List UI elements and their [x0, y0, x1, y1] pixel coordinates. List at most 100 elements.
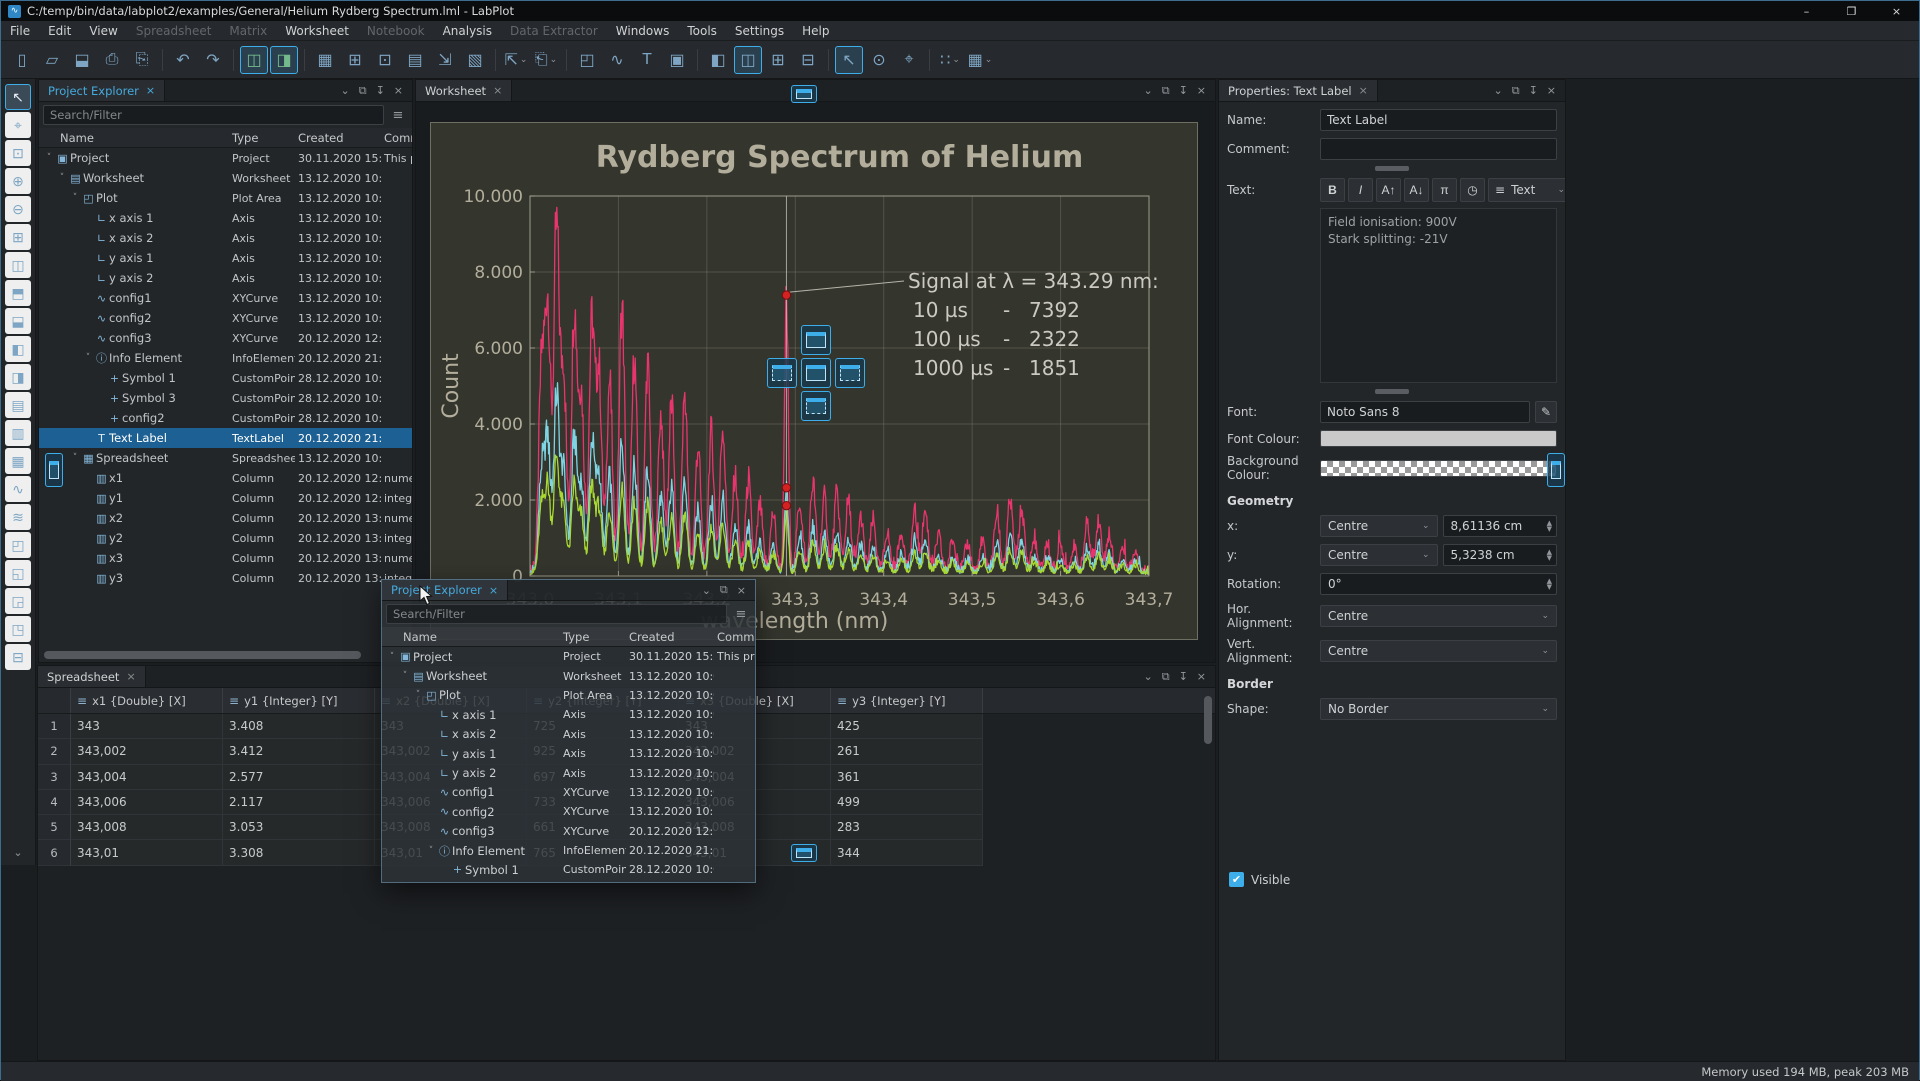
splitter-grip[interactable]: [1375, 389, 1409, 394]
expander-open-icon[interactable]: ˅: [412, 690, 424, 700]
pin-icon[interactable]: ↧: [1529, 84, 1538, 97]
tree-row[interactable]: ∿config1XYCurve13.12.2020 10:09: [382, 783, 755, 802]
vert-alignment-combo[interactable]: Centre⌄: [1320, 640, 1557, 662]
rotation-spinbox[interactable]: 0° ▲▼: [1320, 573, 1557, 595]
tree-row[interactable]: ∟x axis 2Axis13.12.2020 10:01: [39, 228, 412, 248]
layout-horizontal-icon[interactable]: ◫: [734, 46, 762, 74]
chevron-down-icon[interactable]: ⌄: [340, 84, 349, 97]
menu-item-windows[interactable]: Windows: [607, 21, 679, 41]
tree-row[interactable]: ˅▣ProjectProject30.11.2020 15:23This pro…: [39, 148, 412, 168]
tree-row[interactable]: ∿config2XYCurve13.12.2020 10:11: [382, 802, 755, 821]
new-notes-icon[interactable]: ▤: [401, 46, 429, 74]
tree-row[interactable]: ∟y axis 2Axis13.12.2020 10:01: [382, 763, 755, 782]
column-header-created[interactable]: Created: [295, 131, 381, 145]
insert-datetime-button[interactable]: ◷: [1460, 178, 1485, 202]
font-field[interactable]: [1320, 401, 1530, 423]
tree-row[interactable]: ∟y axis 1Axis13.12.2020 10:01: [39, 248, 412, 268]
font-shrink-button[interactable]: A↓: [1404, 178, 1429, 202]
font-picker-icon[interactable]: ✎: [1535, 401, 1557, 423]
spreadsheet-cell[interactable]: 499: [831, 790, 983, 815]
spreadsheet-cell[interactable]: 2.117: [223, 790, 375, 815]
tree-row[interactable]: ∟x axis 2Axis13.12.2020 10:01: [382, 725, 755, 744]
menu-item-file[interactable]: File: [1, 21, 39, 41]
open-project-icon[interactable]: ▱: [38, 46, 66, 74]
zoom-in-icon[interactable]: ⊕: [5, 168, 31, 194]
chevron-down-icon[interactable]: ⌄: [1143, 670, 1152, 683]
tree-row[interactable]: ∿config3XYCurve20.12.2020 12:39: [382, 822, 755, 841]
spreadsheet-cell[interactable]: 2.577: [223, 765, 375, 790]
tree-row[interactable]: ▥y1Column20.12.2020 12:39integer da: [39, 488, 412, 508]
menu-item-view[interactable]: View: [80, 21, 126, 41]
column-header-created[interactable]: Created: [626, 630, 714, 644]
grid-corner-3-icon[interactable]: ◲: [5, 588, 31, 614]
float-panel-icon[interactable]: ⧉: [1512, 84, 1520, 98]
menu-item-worksheet[interactable]: Worksheet: [276, 21, 358, 41]
dragged-project-explorer-panel[interactable]: Project Explorer × ⌄⧉× ≡ NameTypeCreated…: [381, 579, 756, 883]
name-field[interactable]: [1320, 109, 1557, 131]
visible-checkbox[interactable]: ✔: [1229, 872, 1244, 887]
x-position-combo[interactable]: Centre⌄: [1320, 515, 1438, 537]
tree-row[interactable]: TText LabelTextLabel20.12.2020 21:13: [39, 428, 412, 448]
shift-up-icon[interactable]: ⬒: [5, 280, 31, 306]
comment-field[interactable]: [1320, 138, 1557, 160]
explorer-hscrollbar[interactable]: [44, 651, 404, 659]
auto-scale-icon[interactable]: ▤: [5, 392, 31, 418]
y-position-combo[interactable]: Centre⌄: [1320, 544, 1438, 566]
spreadsheet-cell[interactable]: 3.412: [223, 739, 375, 764]
column-menu-icon[interactable]: ≡: [77, 694, 87, 708]
grid-corner-2-icon[interactable]: ◱: [5, 560, 31, 586]
tab-project-explorer[interactable]: Project Explorer ×: [39, 80, 165, 101]
layout-grid-icon[interactable]: ⊞: [764, 46, 792, 74]
column-menu-icon[interactable]: ≡: [837, 694, 847, 708]
spreadsheet-cell[interactable]: 343,002: [71, 739, 223, 764]
crosshair-cursor-icon[interactable]: ⌖: [5, 112, 31, 138]
expander-open-icon[interactable]: ˅: [82, 353, 94, 363]
chevron-down-icon[interactable]: ⌄: [1143, 84, 1152, 97]
chevron-down-icon[interactable]: ⌄: [1493, 84, 1502, 97]
spreadsheet-cell[interactable]: 343,01: [71, 840, 223, 865]
tree-row[interactable]: ˅▣ProjectProject30.11.2020 15:23This pro…: [382, 647, 755, 666]
bold-button[interactable]: B: [1320, 178, 1345, 202]
expander-open-icon[interactable]: ˅: [386, 652, 398, 662]
tree-row[interactable]: ∟x axis 1Axis13.12.2020 10:01: [39, 208, 412, 228]
spreadsheet-cell[interactable]: 343,004: [71, 765, 223, 790]
zoom-select-icon[interactable]: ⌖: [895, 46, 923, 74]
pointer-tool-icon[interactable]: ↖: [5, 84, 31, 110]
spreadsheet-vscrollbar[interactable]: [1204, 696, 1212, 744]
minimize-button[interactable]: –: [1784, 1, 1829, 21]
float-panel-icon[interactable]: ⧉: [720, 583, 728, 597]
tab-close-icon[interactable]: ×: [1359, 84, 1368, 97]
tree-row[interactable]: ˅◰PlotPlot Area13.12.2020 10:01: [39, 188, 412, 208]
close-icon[interactable]: ×: [1547, 84, 1556, 97]
tree-row[interactable]: ˅ⓘInfo ElementInfoElement20.12.2020 21:1…: [382, 841, 755, 860]
filter-options-icon[interactable]: ≡: [388, 108, 408, 123]
italic-button[interactable]: I: [1348, 178, 1373, 202]
auto-scale-x-icon[interactable]: ▥: [5, 420, 31, 446]
expander-open-icon[interactable]: ˅: [425, 846, 437, 856]
tree-row[interactable]: ∿config3XYCurve20.12.2020 12:39: [39, 328, 412, 348]
pin-icon[interactable]: ↧: [1179, 670, 1188, 683]
tree-row[interactable]: ▥y3Column20.12.2020 13:56integer da: [39, 568, 412, 588]
font-grow-button[interactable]: A↑: [1376, 178, 1401, 202]
tab-spreadsheet[interactable]: Spreadsheet ×: [38, 666, 146, 687]
hor-alignment-combo[interactable]: Centre⌄: [1320, 605, 1557, 627]
new-project-icon[interactable]: ▯: [8, 46, 36, 74]
spreadsheet-cell[interactable]: 344: [831, 840, 983, 865]
background-colour-swatch[interactable]: [1320, 460, 1557, 477]
dock-indicator-bottom[interactable]: [791, 844, 817, 862]
dock-indicator-right[interactable]: [1547, 453, 1565, 487]
column-header-name[interactable]: Name: [382, 630, 560, 644]
spreadsheet-cell[interactable]: 343,008: [71, 815, 223, 840]
expander-open-icon[interactable]: ˅: [69, 193, 81, 203]
presenter-mode-icon[interactable]: ▦⌄: [966, 46, 994, 74]
x-offset-spinbox[interactable]: 8,61136 cm ▲▼: [1443, 515, 1558, 537]
y-offset-spinbox[interactable]: 5,3238 cm ▲▼: [1443, 544, 1558, 566]
search-input[interactable]: [386, 604, 727, 624]
menu-item-help[interactable]: Help: [793, 21, 838, 41]
close-icon[interactable]: ×: [737, 584, 746, 597]
spreadsheet-cell[interactable]: 343: [71, 714, 223, 739]
smooth-tool-icon[interactable]: ≋: [5, 504, 31, 530]
add-curve-icon[interactable]: ∿: [603, 46, 631, 74]
column-header-name[interactable]: Name: [39, 131, 229, 145]
new-worksheet-icon[interactable]: ▦: [311, 46, 339, 74]
